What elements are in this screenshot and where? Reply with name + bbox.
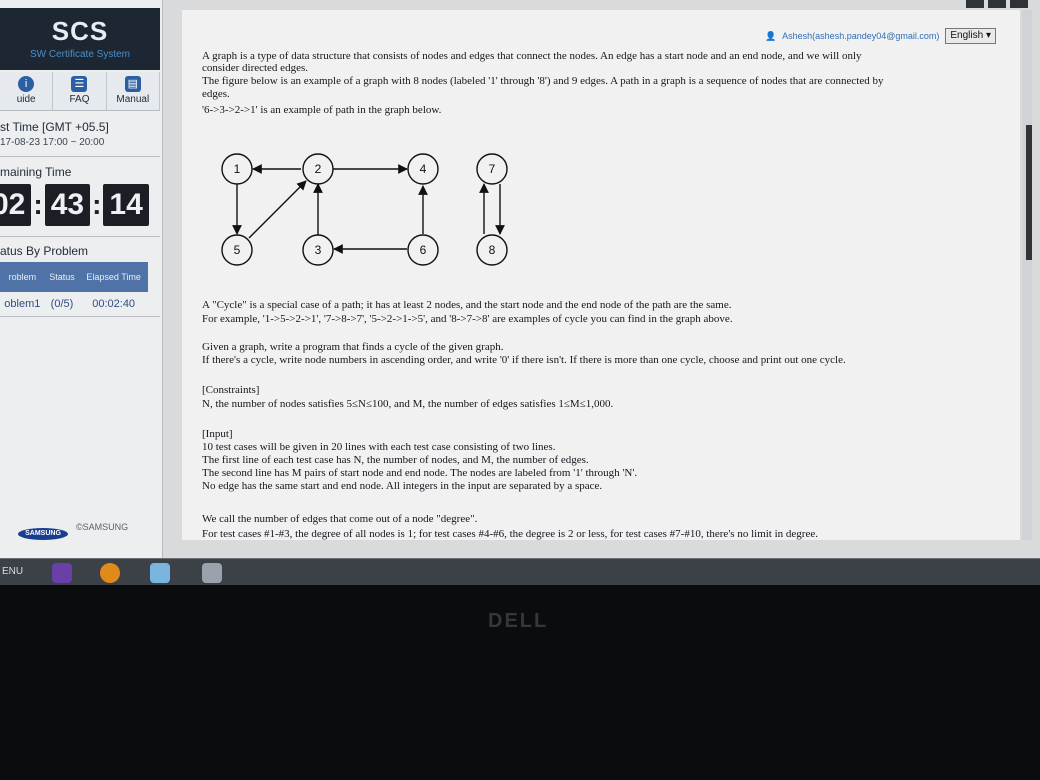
screen: SCS SW Certificate System i uide ☰ FAQ ▤… (0, 0, 1040, 585)
scrollbar-thumb[interactable] (1026, 125, 1032, 260)
manual-icon: ▤ (124, 76, 141, 92)
problem-content: 👤 Ashesh(ashesh.pandey04@gmail.com) Engl… (182, 10, 1020, 540)
nav-manual-label: Manual (116, 94, 150, 105)
timer-minutes: 43 (44, 184, 91, 226)
graph-node-label: 4 (420, 162, 427, 176)
window-controls (966, 0, 1028, 8)
nav-guide[interactable]: i uide (0, 72, 54, 110)
language-select[interactable]: English ▾ (945, 28, 996, 44)
graph-node-label: 2 (315, 162, 322, 176)
problem-line: N, the number of nodes satisfies 5≤N≤100… (202, 398, 614, 410)
taskbar: ENU (0, 558, 1040, 585)
problem-line: edges. (202, 88, 230, 100)
dell-logo: DELL (488, 610, 549, 632)
samsung-logo: SAMSUNG (18, 528, 68, 540)
graph-node-label: 6 (420, 243, 427, 257)
calculator-icon[interactable] (202, 563, 222, 583)
logo: SCS SW Certificate System (0, 8, 160, 70)
faq-icon: ☰ (71, 76, 88, 92)
copyright: ©SAMSUNG (76, 522, 129, 532)
col-elapsed: Elapsed Time (79, 262, 148, 292)
graph-node-label: 7 (489, 162, 496, 176)
problem-line: [Constraints] (202, 384, 260, 396)
user-email[interactable]: Ashesh(ashesh.pandey04@gmail.com) (782, 31, 939, 41)
sidebar: SCS SW Certificate System i uide ☰ FAQ ▤… (0, 0, 163, 558)
minimize-button[interactable] (966, 0, 984, 8)
problem-line: 10 test cases will be given in 20 lines … (202, 441, 556, 453)
user-bar: 👤 Ashesh(ashesh.pandey04@gmail.com) Engl… (765, 28, 996, 44)
problem-line: The first line of each test case has N, … (202, 454, 589, 466)
problem-line: For test cases #1-#3, the degree of all … (202, 528, 818, 540)
test-time-label: st Time [GMT +05.5] (0, 120, 109, 134)
edge-5-2 (248, 180, 307, 239)
logo-text: SCS (51, 16, 109, 46)
timer-colon: : (33, 189, 43, 220)
sidebar-nav: i uide ☰ FAQ ▤ Manual (0, 72, 160, 111)
graph-node-label: 8 (489, 243, 496, 257)
problem-line: Given a graph, write a program that find… (202, 341, 504, 353)
problem-line: consider directed edges. (202, 62, 308, 74)
graph-node-label: 5 (234, 243, 241, 257)
logo-subtitle: SW Certificate System (29, 49, 131, 60)
graph-figure: 1 2 3 4 5 6 7 8 (221, 153, 508, 266)
problem-line: For example, '1->5->2->1', '7->8->7', '5… (202, 313, 733, 325)
test-time-value: 17-08-23 17:00 ~ 20:00 (0, 137, 105, 148)
browser-icon[interactable] (100, 563, 120, 583)
row-problem[interactable]: oblem1 (0, 292, 45, 316)
scrollbar[interactable] (1022, 10, 1032, 540)
maximize-button[interactable] (988, 0, 1006, 8)
nav-manual[interactable]: ▤ Manual (107, 72, 160, 110)
col-status: Status (44, 262, 80, 292)
language-value: English (950, 30, 984, 41)
graph-node-label: 1 (234, 162, 241, 176)
countdown-timer: 02 : 43 : 14 (0, 184, 149, 226)
graph-node-label: 3 (315, 243, 322, 257)
problem-line: If there's a cycle, write node numbers i… (202, 354, 846, 366)
divider (0, 316, 160, 317)
nav-guide-label: uide (16, 94, 36, 105)
remaining-time-label: maining Time (0, 165, 72, 179)
timer-colon: : (92, 189, 102, 220)
timer-seconds: 14 (103, 184, 149, 226)
timer-hours: 02 (0, 184, 32, 226)
table-row[interactable]: oblem1 (0/5) 00:02:40 (0, 292, 148, 316)
visual-studio-icon[interactable] (52, 563, 72, 583)
col-problem: roblem (0, 262, 45, 292)
info-icon: i (18, 76, 35, 92)
problem-line: The figure below is an example of a grap… (202, 75, 884, 87)
notepad-icon[interactable] (150, 563, 170, 583)
nav-faq[interactable]: ☰ FAQ (53, 72, 107, 110)
user-icon: 👤 (764, 30, 777, 41)
problem-line: No edge has the same start and end node.… (202, 480, 603, 492)
problem-line: The second line has M pairs of start nod… (202, 467, 638, 479)
problem-line: We call the number of edges that come ou… (202, 513, 478, 525)
problem-line: [Input] (202, 428, 233, 440)
status-by-problem-label: atus By Problem (0, 244, 89, 258)
problem-line: A "Cycle" is a special case of a path; i… (202, 299, 732, 311)
status-header-row: roblem Status Elapsed Time (0, 262, 148, 292)
row-elapsed: 00:02:40 (92, 298, 136, 310)
status-table: roblem Status Elapsed Time oblem1 (0/5) … (0, 262, 148, 316)
divider (0, 236, 160, 237)
nav-faq-label: FAQ (69, 94, 90, 105)
problem-line: '6->3->2->1' is an example of path in th… (202, 104, 442, 116)
row-status: (0/5) (50, 298, 74, 310)
problem-line: A graph is a type of data structure that… (202, 50, 862, 62)
close-button[interactable] (1010, 0, 1028, 8)
divider (0, 156, 160, 157)
start-menu-button[interactable]: ENU (2, 566, 23, 577)
